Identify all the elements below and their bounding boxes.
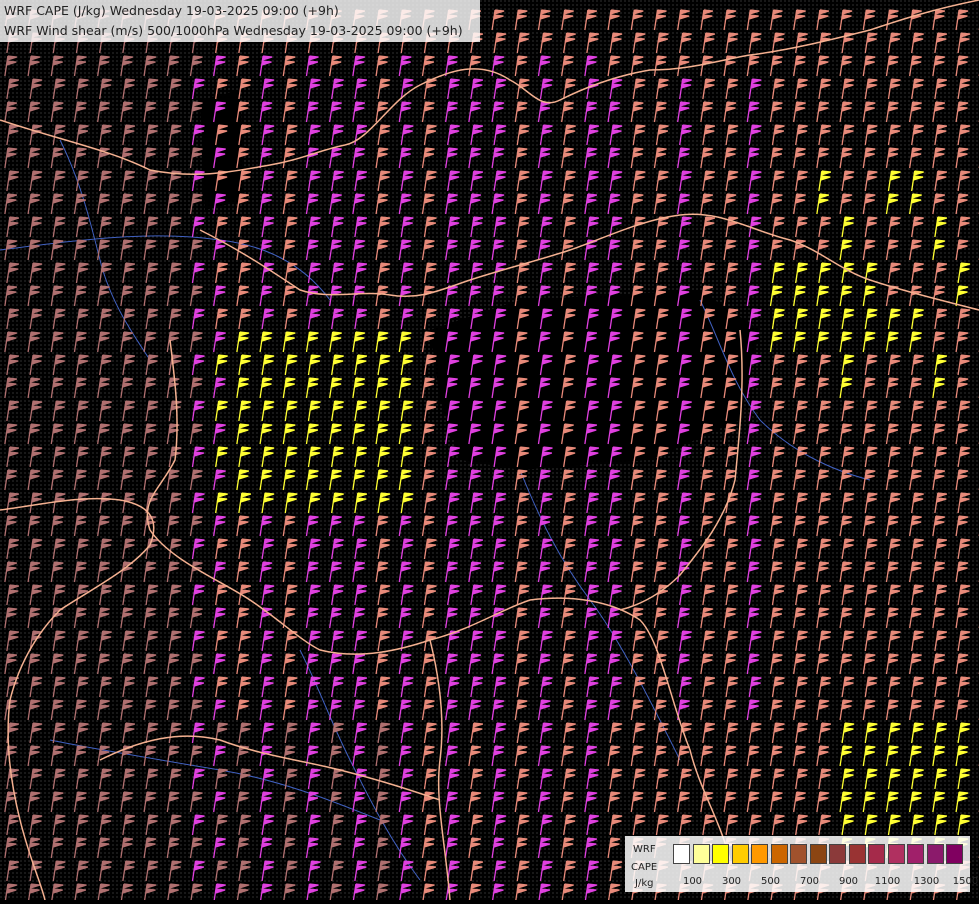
legend-swatch (790, 844, 807, 864)
legend-swatch (673, 844, 690, 864)
legend-swatch (809, 844, 827, 864)
legend-tick: 300 (721, 876, 742, 887)
legend-swatch (751, 844, 768, 864)
legend-tick: 900 (838, 876, 859, 887)
legend-tick: 1500 (952, 876, 979, 887)
legend-swatch (770, 844, 788, 864)
legend-swatch (848, 844, 866, 864)
legend-unit-label: J/kg (635, 878, 654, 889)
legend-variable-label: CAPE (631, 862, 658, 873)
legend-swatch (868, 844, 885, 864)
legend-swatch (731, 844, 749, 864)
legend-tick: 1300 (913, 876, 940, 887)
map-header: WRF CAPE (J/kg) Wednesday 19-03-2025 09:… (0, 0, 480, 42)
cape-legend: WRF CAPE J/kg 100 300 500 700 900 1100 1300 150… (625, 836, 978, 892)
title-wind-shear: WRF Wind shear (m/s) 500/1000hPa Wednesd… (4, 23, 463, 38)
title-cape: WRF CAPE (J/kg) Wednesday 19-03-2025 09:… (4, 3, 339, 18)
legend-tick: 100 (682, 876, 703, 887)
legend-tick: 700 (799, 876, 820, 887)
map-canvas (0, 0, 979, 904)
legend-swatch (946, 844, 963, 864)
legend-tick: 1100 (874, 876, 901, 887)
legend-swatch (926, 844, 944, 864)
wind-shear-map (0, 0, 979, 904)
legend-swatch (712, 844, 729, 864)
legend-swatch (887, 844, 905, 864)
legend-swatch (692, 844, 710, 864)
legend-tick: 500 (760, 876, 781, 887)
legend-swatch (829, 844, 846, 864)
legend-model-label: WRF (633, 844, 656, 855)
legend-swatch (907, 844, 924, 864)
